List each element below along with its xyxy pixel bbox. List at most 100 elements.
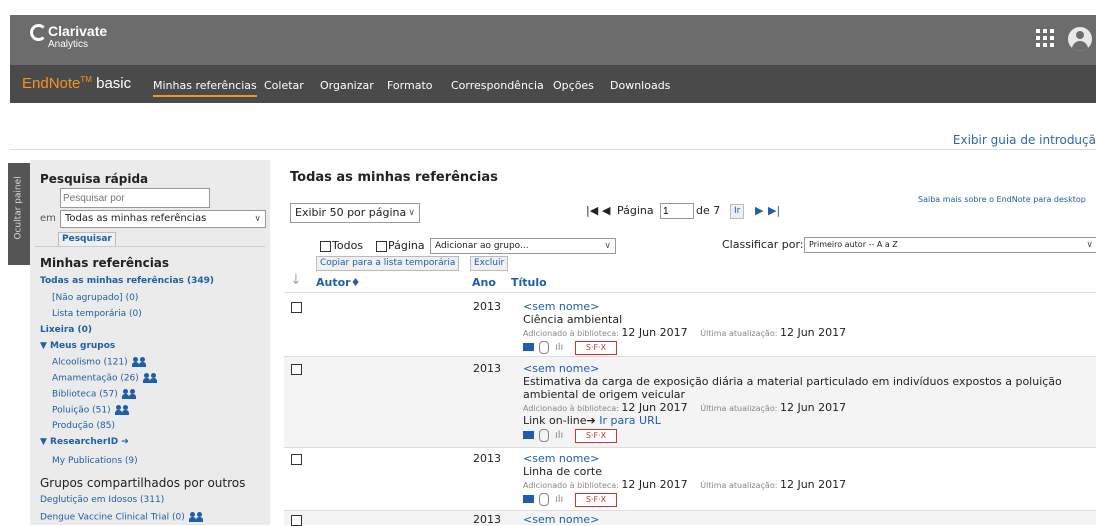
endnote-brand[interactable]: EndNoteTM basic bbox=[22, 75, 131, 92]
clarivate-logo-icon bbox=[30, 24, 47, 41]
nav-opcoes[interactable]: Opções bbox=[553, 79, 594, 92]
search-scope-value: Todas as minhas referências bbox=[65, 213, 207, 224]
sfx-icon[interactable]: S·F·X bbox=[575, 341, 617, 355]
record-name-link[interactable]: <sem nome> bbox=[523, 513, 599, 526]
sidebar-divider bbox=[35, 246, 265, 247]
record-title[interactable]: Ciência ambiental bbox=[523, 313, 1083, 326]
attachment-icon[interactable] bbox=[539, 429, 549, 442]
sidebar-item-unfiled[interactable]: [Não agrupado] (0) bbox=[52, 293, 138, 303]
author-column-header[interactable]: Autor♦ bbox=[316, 276, 360, 289]
record-checkbox[interactable] bbox=[291, 515, 302, 526]
sidebar-item-my-groups[interactable]: ▼ Meus grupos bbox=[40, 341, 115, 351]
select-all-label: Todos bbox=[332, 239, 364, 252]
attachment-icon[interactable] bbox=[539, 341, 549, 354]
shared-group-icon bbox=[121, 389, 138, 399]
my-refs-title: Minhas referências bbox=[40, 256, 170, 270]
nav-minhas-referencias[interactable]: Minhas referências bbox=[153, 79, 257, 97]
go-button[interactable]: Ir bbox=[730, 204, 745, 219]
folder-icon[interactable] bbox=[523, 495, 534, 503]
year-column-header[interactable]: Ano bbox=[472, 276, 496, 289]
row-background bbox=[284, 511, 1096, 525]
sidebar-item-group[interactable]: Amamentação (26) bbox=[52, 373, 159, 384]
select-page-checkbox[interactable] bbox=[376, 241, 387, 252]
folder-icon[interactable] bbox=[523, 431, 534, 439]
citation-stats-icon[interactable]: ılı bbox=[555, 342, 563, 353]
record-name-link[interactable]: <sem nome> bbox=[523, 452, 1083, 465]
sidebar-item-temp-list[interactable]: Lista temporária (0) bbox=[52, 309, 142, 319]
sidebar-item-group[interactable]: Poluição (51) bbox=[52, 405, 131, 416]
record-title-cont[interactable]: ambiental de origem veicular bbox=[523, 388, 1083, 401]
sidebar-item-group[interactable]: Alcoolismo (121) bbox=[52, 357, 148, 368]
group-label: Poluição (51) bbox=[52, 405, 111, 416]
group-label: Amamentação (26) bbox=[52, 373, 139, 384]
record-checkbox[interactable] bbox=[291, 364, 302, 375]
first-page-icon[interactable]: |◀ bbox=[586, 204, 598, 217]
divider bbox=[10, 149, 1096, 150]
table-row: <sem nome> Ciência ambiental Adicionado … bbox=[523, 300, 1083, 355]
shared-group-icon bbox=[114, 405, 131, 415]
record-checkbox[interactable] bbox=[291, 454, 302, 465]
sfx-icon[interactable]: S·F·X bbox=[575, 493, 617, 507]
nav-downloads[interactable]: Downloads bbox=[610, 79, 670, 92]
hide-panel-tab[interactable]: Ocultar painel bbox=[8, 163, 30, 265]
add-to-group-value: Adicionar ao grupo... bbox=[435, 241, 529, 251]
nav-correspondencia[interactable]: Correspondência bbox=[451, 79, 544, 92]
citation-stats-icon[interactable]: ılı bbox=[555, 494, 563, 505]
group-label: Biblioteca (57) bbox=[52, 389, 118, 400]
go-to-url-link[interactable]: Ir para URL bbox=[599, 414, 661, 427]
search-input[interactable] bbox=[60, 188, 210, 208]
record-name-link[interactable]: <sem nome> bbox=[523, 300, 1083, 313]
sidebar-item-group[interactable]: Biblioteca (57) bbox=[52, 389, 138, 400]
citation-stats-icon[interactable]: ılı bbox=[555, 430, 563, 441]
quick-search-title: Pesquisa rápida bbox=[40, 172, 149, 186]
sfx-icon[interactable]: S·F·X bbox=[575, 429, 617, 443]
sidebar-item-shared-group[interactable]: Deglutição em Idosos (311) bbox=[40, 495, 164, 505]
page-number-input[interactable] bbox=[660, 203, 694, 219]
sidebar-item-all-refs[interactable]: Todas as minhas referências (349) bbox=[40, 276, 214, 286]
nav-formato[interactable]: Formato bbox=[387, 79, 433, 92]
sort-value: Primeiro autor -- A a Z bbox=[809, 240, 898, 249]
sidebar-item-group[interactable]: Produção (85) bbox=[52, 421, 115, 431]
nav-organizar[interactable]: Organizar bbox=[320, 79, 374, 92]
endnote-desktop-link[interactable]: Saiba mais sobre o EndNote para desktop bbox=[918, 195, 1086, 204]
search-scope-select[interactable]: Todas as minhas referências ∨ bbox=[60, 210, 266, 228]
record-meta: Adicionado à biblioteca: 12 Jun 2017 Últ… bbox=[523, 401, 847, 414]
logo-sub: Analytics bbox=[48, 39, 89, 50]
record-year: 2013 bbox=[473, 452, 501, 465]
search-button[interactable]: Pesquisar bbox=[58, 232, 116, 247]
record-title[interactable]: Estimativa da carga de exposição diária … bbox=[523, 375, 1083, 388]
sort-select[interactable]: Primeiro autor -- A a Z ∨ bbox=[804, 237, 1096, 253]
sort-label: Classificar por: bbox=[722, 238, 804, 251]
title-column-header[interactable]: Título bbox=[511, 276, 547, 289]
per-page-select[interactable]: Exibir 50 por página ∨ bbox=[290, 203, 420, 223]
shared-group-icon bbox=[142, 373, 159, 383]
delete-button[interactable]: Excluir bbox=[470, 256, 509, 271]
sidebar-item-trash[interactable]: Lixeira (0) bbox=[40, 325, 92, 335]
group-label: Alcoolismo (121) bbox=[52, 357, 128, 368]
online-link-label: Link on-line bbox=[523, 414, 587, 427]
chevron-down-icon: ∨ bbox=[1086, 240, 1093, 250]
table-row: <sem nome> Linha de corte Adicionado à b… bbox=[523, 452, 1083, 507]
last-page-icon[interactable]: ▶| bbox=[768, 204, 780, 217]
nav-coletar[interactable]: Coletar bbox=[264, 79, 304, 92]
sidebar-item-shared-group[interactable]: Dengue Vaccine Clinical Trial (0) bbox=[40, 512, 205, 523]
select-page-label: Página bbox=[388, 239, 425, 252]
online-link-row: Link on-line➔ Ir para URL bbox=[523, 414, 1083, 427]
record-title[interactable]: Linha de corte bbox=[523, 465, 1083, 478]
prev-page-icon[interactable]: ◀ bbox=[602, 204, 610, 217]
sidebar-item-my-publications[interactable]: My Publications (9) bbox=[52, 456, 138, 466]
shared-group-icon bbox=[131, 357, 148, 367]
folder-icon[interactable] bbox=[523, 343, 534, 351]
copy-to-temp-button[interactable]: Copiar para a lista temporária bbox=[316, 256, 460, 271]
record-name-link[interactable]: <sem nome> bbox=[523, 362, 1083, 375]
apps-grid-icon[interactable] bbox=[1036, 29, 1054, 47]
record-checkbox[interactable] bbox=[291, 302, 302, 313]
shared-group-icon bbox=[188, 512, 205, 522]
next-page-icon[interactable]: ▶ bbox=[755, 204, 763, 217]
sidebar-item-researcherid[interactable]: ▼ ResearcherID ➔ bbox=[40, 437, 129, 447]
intro-guide-link[interactable]: Exibir guia de introduçã bbox=[953, 133, 1096, 147]
add-to-group-select[interactable]: Adicionar ao grupo... ∨ bbox=[430, 238, 616, 254]
select-all-checkbox[interactable] bbox=[320, 241, 331, 252]
attachment-icon[interactable] bbox=[539, 493, 549, 506]
user-avatar-icon[interactable] bbox=[1068, 27, 1092, 51]
